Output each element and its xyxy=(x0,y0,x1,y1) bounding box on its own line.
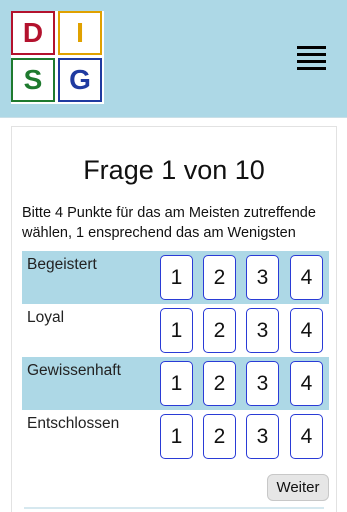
disg-logo: D I S G xyxy=(11,11,104,104)
score-option-4[interactable]: 4 xyxy=(290,255,323,300)
score-option-4[interactable]: 4 xyxy=(290,361,323,406)
score-option-2[interactable]: 2 xyxy=(203,361,236,406)
divider xyxy=(24,507,324,509)
logo-letter-d: D xyxy=(11,11,55,55)
question-title: Frage 1 von 10 xyxy=(83,155,265,185)
answer-label: Gewissenhaft xyxy=(27,362,121,379)
score-option-1[interactable]: 1 xyxy=(160,255,193,300)
score-option-2[interactable]: 2 xyxy=(203,255,236,300)
score-option-3[interactable]: 3 xyxy=(246,308,279,353)
score-option-4[interactable]: 4 xyxy=(290,308,323,353)
app-header: D I S G xyxy=(0,0,347,118)
score-option-2[interactable]: 2 xyxy=(203,414,236,459)
answer-label: Entschlossen xyxy=(27,415,120,432)
answer-row: Begeistert 1 2 3 4 xyxy=(22,251,329,304)
answer-row: Entschlossen 1 2 3 4 xyxy=(22,410,329,463)
score-option-1[interactable]: 1 xyxy=(160,308,193,353)
question-card: Frage 1 von 10 Bitte 4 Punkte für das am… xyxy=(11,126,337,512)
score-option-2[interactable]: 2 xyxy=(203,308,236,353)
score-option-4[interactable]: 4 xyxy=(290,414,323,459)
score-option-3[interactable]: 3 xyxy=(246,414,279,459)
answer-label: Begeistert xyxy=(27,256,97,273)
answer-row: Loyal 1 2 3 4 xyxy=(22,304,329,357)
score-option-3[interactable]: 3 xyxy=(246,255,279,300)
logo-letter-i: I xyxy=(58,11,102,55)
logo-letter-s: S xyxy=(11,58,55,102)
question-instruction: Bitte 4 Punkte für das am Meisten zutref… xyxy=(22,205,316,241)
score-option-1[interactable]: 1 xyxy=(160,361,193,406)
next-button[interactable]: Weiter xyxy=(267,474,329,501)
score-option-1[interactable]: 1 xyxy=(160,414,193,459)
logo-letter-g: G xyxy=(58,58,102,102)
hamburger-menu-icon[interactable] xyxy=(297,44,327,74)
answer-row: Gewissenhaft 1 2 3 4 xyxy=(22,357,329,410)
answer-label: Loyal xyxy=(27,309,65,326)
score-option-3[interactable]: 3 xyxy=(246,361,279,406)
